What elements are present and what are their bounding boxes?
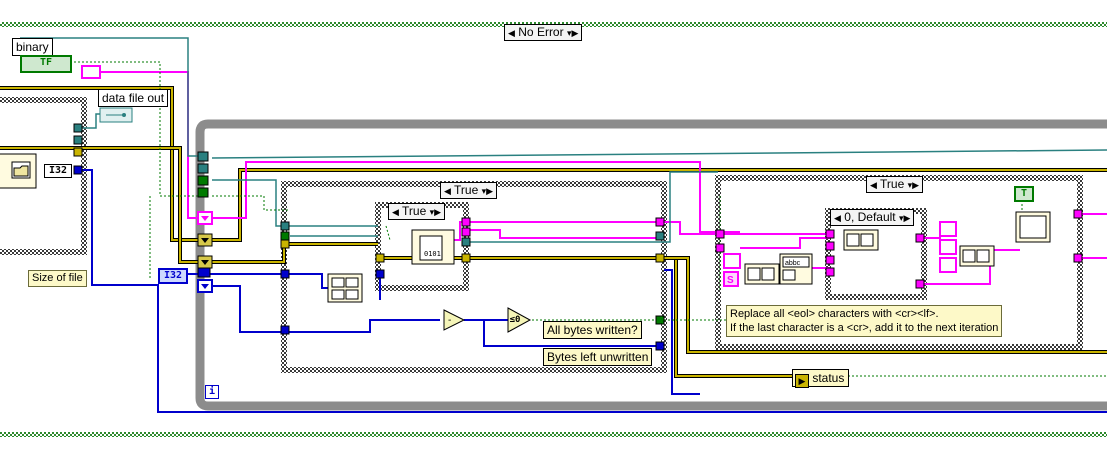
status-indicator[interactable]: ▶ status bbox=[792, 369, 850, 388]
error-cluster-icon: ▶ bbox=[795, 374, 809, 388]
svg-text:0101: 0101 bbox=[424, 250, 441, 258]
case-selector-true-3[interactable]: ◀ True ▾▶ bbox=[866, 176, 924, 193]
ref-wires bbox=[20, 37, 1107, 243]
case-next-icon[interactable]: ▾▶ bbox=[430, 207, 441, 217]
case-selector-true-1[interactable]: ◀ True ▾▶ bbox=[440, 182, 498, 199]
file-refnum-indicator[interactable] bbox=[99, 107, 133, 123]
case-prev-icon[interactable]: ◀ bbox=[392, 207, 399, 217]
case-prev-icon[interactable]: ◀ bbox=[444, 186, 451, 196]
case-next-icon[interactable]: ▾▶ bbox=[482, 186, 493, 196]
write-file-node[interactable]: 0101 bbox=[411, 229, 455, 265]
less-or-equal-zero-label: ≤0 bbox=[509, 315, 521, 325]
case-prev-icon[interactable]: ◀ bbox=[870, 180, 877, 190]
case-selector-default-label: 0, Default bbox=[844, 210, 896, 224]
binary-label: binary bbox=[12, 38, 53, 56]
eol-comment: Replace all <eol> characters with <cr><l… bbox=[726, 305, 1003, 337]
case-next-icon[interactable]: ▾▶ bbox=[567, 28, 578, 38]
true-constant[interactable]: T bbox=[1014, 186, 1034, 202]
svg-text:S: S bbox=[727, 275, 734, 286]
eol-comment-line2: If the last character is a <cr>, add it … bbox=[730, 322, 999, 334]
block-diagram: 0101 - abbc S bbox=[0, 22, 1107, 437]
loop-tunnels bbox=[197, 151, 213, 293]
svg-text:abbc: abbc bbox=[785, 260, 801, 267]
loop-iteration-terminal: i bbox=[205, 385, 219, 399]
bytes-left-unwritten-label: Bytes left unwritten bbox=[543, 348, 653, 366]
open-file-node[interactable] bbox=[0, 153, 37, 189]
case-next-icon[interactable]: ▾▶ bbox=[899, 213, 910, 223]
i32-control[interactable]: I32 bbox=[158, 268, 188, 284]
svg-text:-: - bbox=[448, 315, 451, 326]
search-replace-node[interactable]: abbc bbox=[779, 253, 813, 285]
case-selector-true-2-label: True bbox=[402, 204, 427, 218]
binary-bool-constant[interactable]: TF bbox=[20, 55, 72, 73]
case-prev-icon[interactable]: ◀ bbox=[834, 213, 841, 223]
case-next-icon[interactable]: ▾▶ bbox=[908, 180, 919, 190]
case-prev-icon[interactable]: ◀ bbox=[508, 28, 515, 38]
all-bytes-written-label: All bytes written? bbox=[543, 321, 642, 339]
data-file-out-label: data file out bbox=[98, 89, 169, 107]
case-selector-true-1-label: True bbox=[454, 183, 479, 197]
select-node[interactable] bbox=[1015, 211, 1051, 243]
subtract-node[interactable]: - bbox=[443, 309, 466, 331]
string-length-node[interactable] bbox=[327, 273, 363, 303]
outer-case-bottom-border bbox=[0, 432, 1107, 437]
i32-constant[interactable]: I32 bbox=[44, 164, 72, 178]
case-selector-true-2[interactable]: ◀ True ▾▶ bbox=[388, 203, 446, 220]
outer-case-selector[interactable]: ◀ No Error ▾▶ bbox=[504, 24, 583, 41]
status-label: status bbox=[812, 371, 845, 385]
case-selector-true-3-label: True bbox=[880, 177, 905, 191]
eol-comment-line1: Replace all <eol> characters with <cr><l… bbox=[730, 308, 939, 320]
size-of-file-label: Size of file bbox=[28, 270, 87, 287]
case-selector-default[interactable]: ◀ 0, Default ▾▶ bbox=[830, 209, 915, 226]
outer-case-selector-label: No Error bbox=[518, 25, 564, 39]
